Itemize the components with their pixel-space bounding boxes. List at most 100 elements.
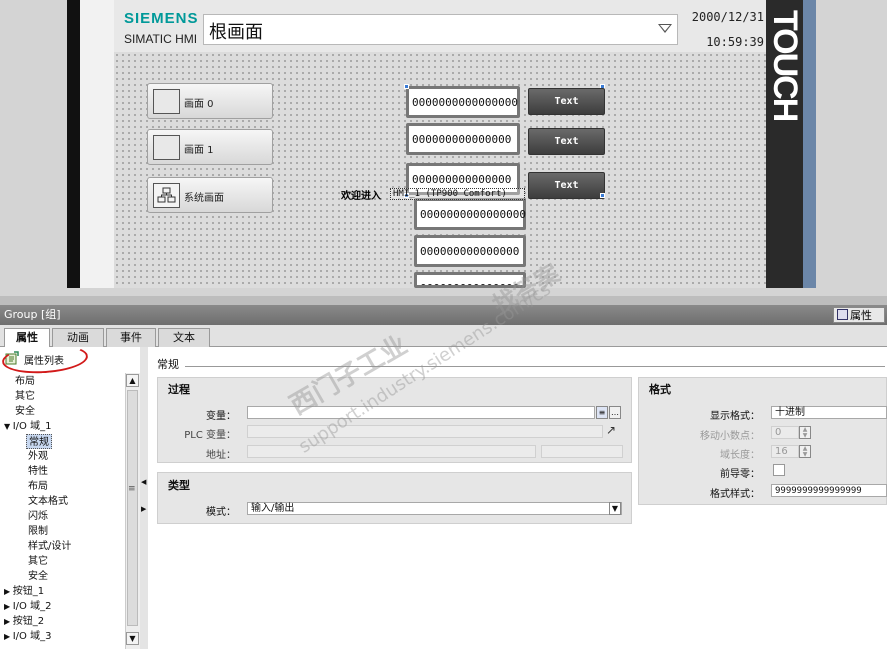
nav-item-limits[interactable]: 限制 <box>0 524 48 539</box>
selection-handle[interactable] <box>600 193 605 198</box>
format-pattern-field[interactable]: 9999999999999999 <box>771 484 887 497</box>
nav-group-io-field-3[interactable]: ▶ I/O 域_3 <box>0 629 51 644</box>
screen-button-label: 画面 0 <box>184 99 214 110</box>
screen-button-label: 系统画面 <box>184 193 224 204</box>
collapsed-icon: ▶ <box>4 617 13 626</box>
display-format-label: 显示格式： <box>710 411 760 422</box>
nav-group-label: I/O 域_2 <box>12 601 52 612</box>
screen-button-label: 画面 1 <box>184 145 214 156</box>
nav-group-io-field-2[interactable]: ▶ I/O 域_2 <box>0 599 51 614</box>
nav-item-io-layout[interactable]: 布局 <box>0 479 48 494</box>
inspector-title-bar: Group [组] <box>0 305 887 325</box>
properties-icon <box>837 309 848 320</box>
mode-select[interactable]: 输入/输出 <box>247 502 622 515</box>
collapse-left-icon[interactable]: ◀ <box>141 478 146 486</box>
tab-texts[interactable]: 文本 <box>158 328 210 347</box>
properties-view-tab[interactable]: 属性 <box>833 307 885 323</box>
text-button-1[interactable]: Text <box>528 88 605 115</box>
io-field-4[interactable]: 0000000000000000 <box>414 198 526 230</box>
format-pattern-label: 格式样式： <box>710 489 760 500</box>
splitter-bar[interactable] <box>0 296 887 305</box>
tab-events[interactable]: 事件 <box>106 328 156 347</box>
expanded-icon: ▼ <box>4 422 13 431</box>
address-field-2 <box>541 445 623 458</box>
chevron-down-icon[interactable]: ▼ <box>609 502 621 515</box>
inspector-title: Group [组] <box>4 308 61 321</box>
field-length-field: 16 <box>771 445 799 458</box>
screen-title-field[interactable]: 根画面 <box>203 14 678 45</box>
nav-group-button-1[interactable]: ▶ 按钮_1 <box>0 584 44 599</box>
address-field <box>247 445 536 458</box>
system-screen-icon <box>153 183 180 208</box>
text-button-3[interactable]: Text <box>528 172 605 199</box>
nav-item-general[interactable]: 常规 <box>26 434 52 449</box>
collapsed-icon: ▶ <box>4 587 13 596</box>
nav-group-io-field-1[interactable]: ▼ I/O 域_1 <box>0 419 51 434</box>
nav-group-label: I/O 域_3 <box>12 631 52 642</box>
type-group-title: 类型 <box>168 479 190 492</box>
screen-button-1[interactable]: 画面 1 <box>147 129 273 165</box>
nav-item-io-misc[interactable]: 其它 <box>0 554 48 569</box>
variable-label: 变量： <box>206 411 236 422</box>
nav-group-label: 按钮_2 <box>12 616 45 627</box>
screen-icon <box>153 135 180 160</box>
properties-view-label: 属性 <box>850 309 872 322</box>
screen-button-0[interactable]: 画面 0 <box>147 83 273 119</box>
display-format-select[interactable]: 十进制 <box>771 406 887 419</box>
format-group-title: 格式 <box>649 383 671 396</box>
mode-label: 模式： <box>206 507 236 518</box>
nav-group-label: 按钮_1 <box>12 586 45 597</box>
nav-item-security[interactable]: 安全 <box>0 404 35 419</box>
process-group-title: 过程 <box>168 383 190 396</box>
tag-picker-icon[interactable]: ≡ <box>596 406 608 419</box>
io-field-2[interactable]: 000000000000000 <box>406 123 520 155</box>
device-edge <box>803 0 816 288</box>
siemens-logo: SIEMENS <box>124 10 199 27</box>
io-field-5[interactable]: 000000000000000 <box>414 235 526 267</box>
goto-arrow-icon[interactable]: ↗ <box>606 423 616 437</box>
selection-handle[interactable] <box>404 84 409 89</box>
chevron-down-icon[interactable] <box>658 24 672 33</box>
system-screen-button[interactable]: 系统画面 <box>147 177 273 213</box>
grip-icon: ≡ <box>128 484 136 494</box>
spinner-icon: ▲ ▼ <box>799 426 811 439</box>
collapsed-icon: ▶ <box>4 632 13 641</box>
nav-item-flashing[interactable]: 闪烁 <box>0 509 48 524</box>
expand-right-icon[interactable]: ▶ <box>141 505 146 513</box>
section-title-general: 常规 <box>157 358 179 371</box>
simatic-label: SIMATIC HMI <box>124 32 198 46</box>
screen-icon <box>153 89 180 114</box>
text-button-2[interactable]: Text <box>528 128 605 155</box>
field-length-label: 域长度： <box>720 450 760 461</box>
time-display: 10:59:39 <box>706 35 764 49</box>
welcome-variable[interactable]: HMI_1 (TP900 Comfort) <box>390 188 525 200</box>
leading-zeros-label: 前导零： <box>720 469 760 480</box>
section-divider <box>185 366 885 367</box>
collapsed-icon: ▶ <box>4 602 13 611</box>
nav-item-styles[interactable]: 样式/设计 <box>0 539 71 554</box>
nav-item-layout[interactable]: 布局 <box>0 374 35 389</box>
nav-group-button-2[interactable]: ▶ 按钮_2 <box>0 614 44 629</box>
touch-label: TOUCH <box>766 10 804 121</box>
mode-value: 输入/输出 <box>251 503 295 514</box>
browse-button[interactable]: … <box>609 406 621 419</box>
welcome-text: 欢迎进入 <box>341 191 381 202</box>
decimal-places-field: 0 <box>771 426 799 439</box>
address-label: 地址： <box>206 450 236 461</box>
date-display: 2000/12/31 <box>691 10 764 24</box>
nav-item-text-format[interactable]: 文本格式 <box>0 494 68 509</box>
io-field-1[interactable]: 0000000000000000 <box>406 86 520 118</box>
leading-zeros-checkbox[interactable] <box>773 464 785 476</box>
nav-group-label: I/O 域_1 <box>12 421 52 432</box>
nav-item-misc[interactable]: 其它 <box>0 389 35 404</box>
plc-variable-label: PLC 变量： <box>184 430 236 441</box>
scroll-down-icon[interactable]: ▼ <box>126 632 139 645</box>
scroll-up-icon[interactable]: ▲ <box>126 374 139 387</box>
nav-item-io-security[interactable]: 安全 <box>0 569 48 584</box>
scroll-thumb[interactable] <box>127 390 138 626</box>
decimal-places-label: 移动小数点： <box>700 431 760 442</box>
nav-item-appearance[interactable]: 外观 <box>0 449 48 464</box>
nav-item-characteristics[interactable]: 特性 <box>0 464 48 479</box>
pane-splitter[interactable] <box>140 347 148 649</box>
spinner-icon: ▲ ▼ <box>799 445 811 458</box>
